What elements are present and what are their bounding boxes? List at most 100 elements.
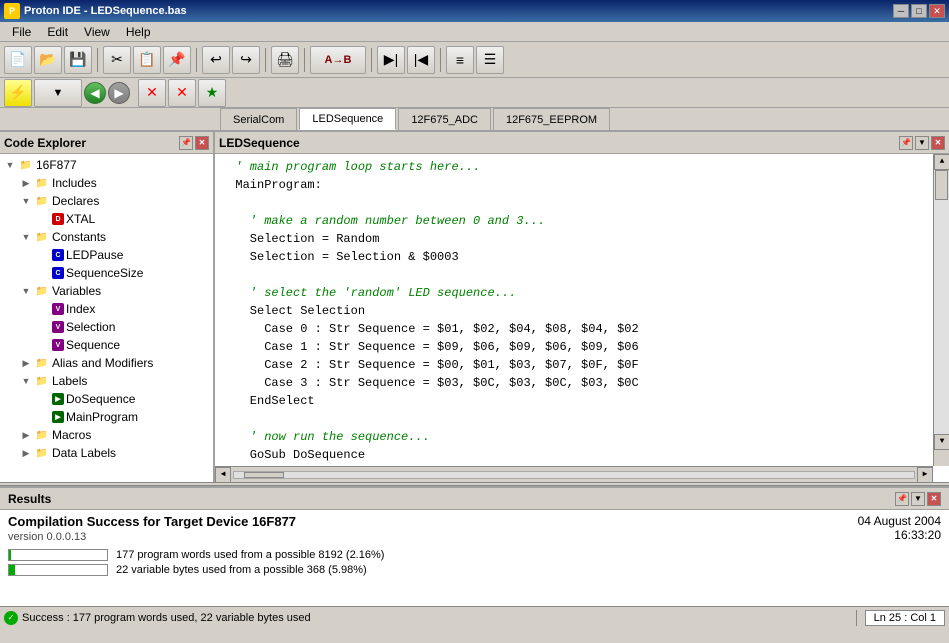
tree-item-constants[interactable]: ▼ 📁 Constants [0,228,213,246]
tab-12f675-eeprom[interactable]: 12F675_EEPROM [493,108,610,130]
code-content[interactable]: ' main program loop starts here... MainP… [215,154,949,482]
tree-item-macros[interactable]: ▶ 📁 Macros [0,426,213,444]
redo-button[interactable]: ↪ [232,46,260,74]
tree-item-includes[interactable]: ▶ 📁 Includes [0,174,213,192]
menu-view[interactable]: View [76,23,118,41]
progress-row-2: 22 variable bytes used from a possible 3… [8,564,941,576]
tree-label-16f877: 16F877 [36,158,77,172]
icon-sequencesize: C [52,267,64,279]
save-button[interactable]: 💾 [64,46,92,74]
nav-back[interactable]: ◀ [84,82,106,104]
explorer-pin-button[interactable]: 📌 [179,136,193,150]
stop-button[interactable]: ✕ [138,79,166,107]
tree-item-dosequence[interactable]: ▶ DoSequence [0,390,213,408]
maximize-button[interactable]: □ [911,4,927,18]
tab-serialcom[interactable]: SerialCom [220,108,297,130]
results-pin-button[interactable]: 📌 [895,492,909,506]
tree-item-alias[interactable]: ▶ 📁 Alias and Modifiers [0,354,213,372]
editor-close-button[interactable]: ✕ [931,136,945,150]
spacer-sequence [36,337,52,353]
bookmark-button[interactable]: ★ [198,79,226,107]
tree-expander-constants[interactable]: ▼ [18,229,34,245]
compile-button[interactable]: A→B [310,46,366,74]
scroll-down-button[interactable]: ▼ [934,434,949,450]
scroll-left-button[interactable]: ◀ [215,467,231,483]
outdent-button[interactable]: |◀ [407,46,435,74]
print-button[interactable]: 🖨 [271,46,299,74]
tree-item-datalabels[interactable]: ▶ 📁 Data Labels [0,444,213,462]
close-button[interactable]: ✕ [929,4,945,18]
scroll-thumb-h[interactable] [244,472,284,478]
scroll-up-button[interactable]: ▲ [934,154,949,170]
menu-file[interactable]: File [4,23,39,41]
tree-item-sequence[interactable]: V Sequence [0,336,213,354]
code-line-12: Case 2 : Str Sequence = $00, $01, $03, $… [221,356,943,374]
cut-button[interactable]: ✂ [103,46,131,74]
spacer-xtal [36,211,52,227]
dropdown-button[interactable]: ▼ [34,79,82,107]
vertical-scrollbar[interactable]: ▲ ▼ [933,154,949,466]
menu-edit[interactable]: Edit [39,23,76,41]
editor-controls[interactable]: 📌 ▼ ✕ [899,136,945,150]
new-button[interactable]: 📄 [4,46,32,74]
explorer-close-button[interactable]: ✕ [195,136,209,150]
minimize-button[interactable]: ─ [893,4,909,18]
progress-text-1: 177 program words used from a possible 8… [116,549,384,561]
tree-item-ledpause[interactable]: C LEDPause [0,246,213,264]
paste-button[interactable]: 📌 [163,46,191,74]
tree-item-mainprogram[interactable]: ▶ MainProgram [0,408,213,426]
copy-button[interactable]: 📋 [133,46,161,74]
code-line-3 [221,194,943,212]
status-left: ✓ Success : 177 program words used, 22 v… [4,611,848,625]
sep4 [304,48,305,72]
icon-xtal: D [52,213,64,225]
tree-item-sequencesize[interactable]: C SequenceSize [0,264,213,282]
refresh-button[interactable]: ✕ [168,79,196,107]
tree-expander-declares[interactable]: ▼ [18,193,34,209]
icon-ledpause: C [52,249,64,261]
tree-expander-16f877[interactable]: ▼ [2,157,18,173]
window-controls[interactable]: ─ □ ✕ [893,4,945,18]
tree-label-mainprogram: MainProgram [66,410,138,424]
editor-dropdown-button[interactable]: ▼ [915,136,929,150]
tree-item-xtal[interactable]: D XTAL [0,210,213,228]
tree-item-index[interactable]: V Index [0,300,213,318]
explorer-panel: Code Explorer 📌 ✕ ▼ 📁 16F877 ▶ 📁 Include… [0,132,215,482]
tree-expander-alias[interactable]: ▶ [18,355,34,371]
menu-help[interactable]: Help [118,23,159,41]
tree-item-variables[interactable]: ▼ 📁 Variables [0,282,213,300]
code-line-4: ' make a random number between 0 and 3..… [221,212,943,230]
explorer-title: Code Explorer [4,136,86,150]
tree-expander-labels[interactable]: ▼ [18,373,34,389]
tree-expander-datalabels[interactable]: ▶ [18,445,34,461]
tree-item-declares[interactable]: ▼ 📁 Declares [0,192,213,210]
tree-expander-macros[interactable]: ▶ [18,427,34,443]
tree-expander-includes[interactable]: ▶ [18,175,34,191]
tree-label-index: Index [66,302,95,316]
horizontal-scrollbar[interactable]: ◀ ▶ [215,466,933,482]
tree-label-xtal: XTAL [66,212,95,226]
folder-icon-datalabels: 📁 [34,446,50,460]
open-button[interactable]: 📂 [34,46,62,74]
undo-button[interactable]: ↩ [202,46,230,74]
results-close-button[interactable]: ✕ [927,492,941,506]
indent-button[interactable]: ▶| [377,46,405,74]
nav-forward[interactable]: ▶ [108,82,130,104]
tree-item-labels[interactable]: ▼ 📁 Labels [0,372,213,390]
list1-button[interactable]: ≡ [446,46,474,74]
tree-item-16f877[interactable]: ▼ 📁 16F877 [0,156,213,174]
tree-item-selection[interactable]: V Selection [0,318,213,336]
flash-button[interactable]: ⚡ [4,79,32,107]
code-line-7 [221,266,943,284]
editor-pin-button[interactable]: 📌 [899,136,913,150]
results-dropdown-button[interactable]: ▼ [911,492,925,506]
tab-12f675-adc[interactable]: 12F675_ADC [398,108,491,130]
tree-label-datalabels: Data Labels [52,446,116,460]
tree-expander-variables[interactable]: ▼ [18,283,34,299]
tab-ledsequence[interactable]: LEDSequence [299,108,396,130]
code-line-2: MainProgram: [221,176,943,194]
scroll-right-button[interactable]: ▶ [917,467,933,483]
code-line-13: Case 3 : Str Sequence = $03, $0C, $03, $… [221,374,943,392]
list2-button[interactable]: ☰ [476,46,504,74]
nav-arrows: ◀ ▶ [84,82,130,104]
